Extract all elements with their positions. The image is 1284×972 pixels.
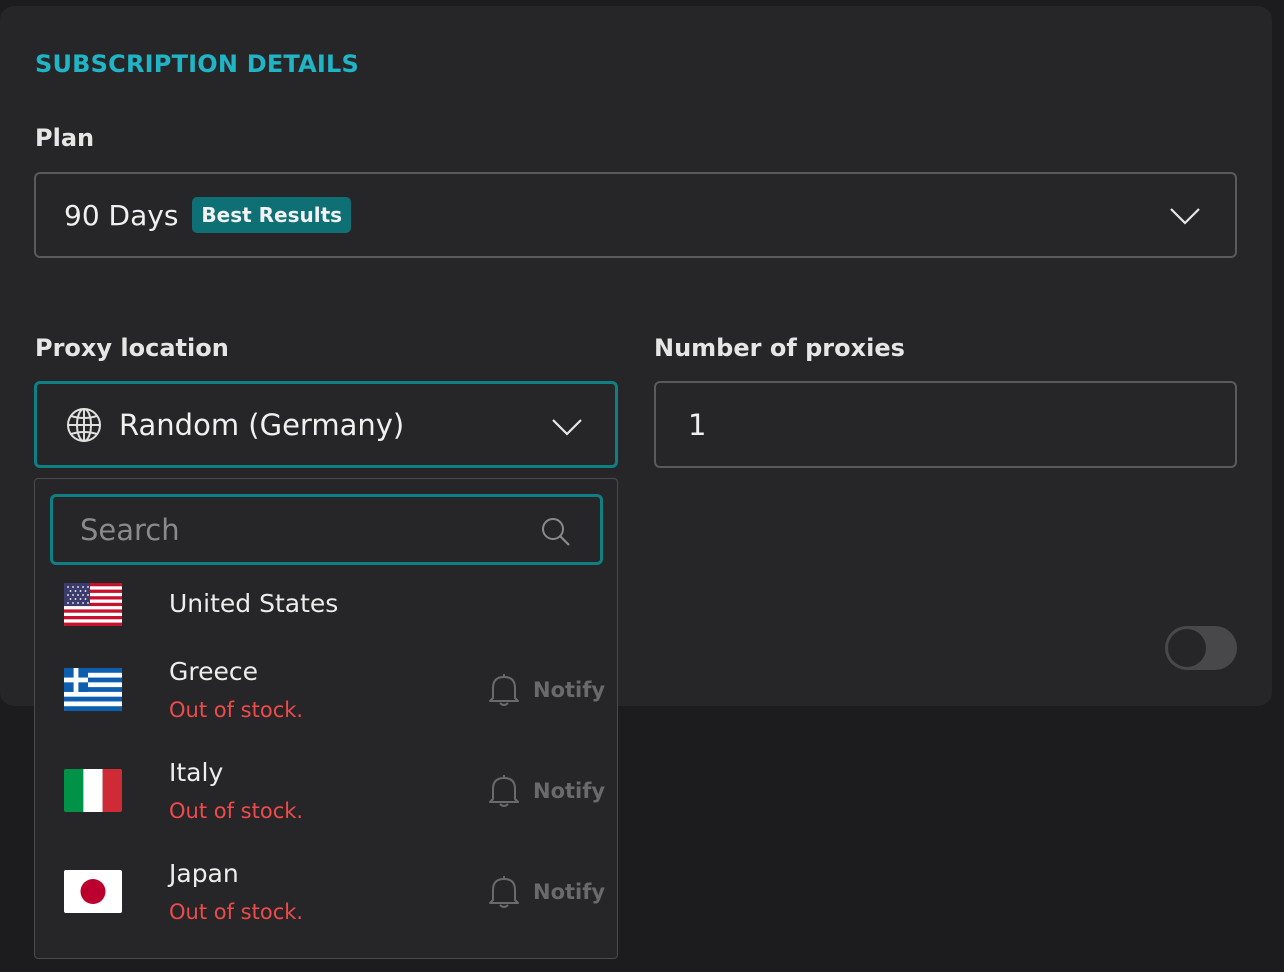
globe-icon: [67, 407, 101, 442]
notify-button[interactable]: Notify: [487, 874, 605, 910]
plan-value: 90 Days: [64, 198, 179, 232]
country-option-italy[interactable]: Italy Out of stock. Notify: [64, 756, 605, 828]
notify-button[interactable]: Notify: [487, 773, 605, 809]
toggle-switch[interactable]: [1165, 626, 1237, 670]
italy-flag-icon: [64, 769, 122, 812]
location-dropdown: Search United States Greece Out of stock…: [34, 478, 618, 959]
plan-select[interactable]: 90 Days Best Results: [34, 172, 1237, 258]
notify-button[interactable]: Notify: [487, 672, 605, 708]
country-name: Japan: [169, 859, 239, 888]
plan-label: Plan: [35, 124, 95, 152]
search-placeholder: Search: [80, 512, 180, 547]
number-of-proxies-label: Number of proxies: [654, 334, 905, 362]
best-results-badge: Best Results: [192, 197, 352, 233]
bell-icon: [489, 775, 519, 807]
proxy-location-select[interactable]: Random (Germany): [34, 381, 618, 468]
greece-flag-icon: [64, 668, 122, 711]
number-of-proxies-input[interactable]: 1: [654, 381, 1237, 468]
out-of-stock-text: Out of stock.: [169, 799, 304, 823]
chevron-down-icon: [552, 419, 582, 436]
notify-label: Notify: [533, 779, 606, 803]
country-option-japan[interactable]: Japan Out of stock. Notify: [64, 857, 605, 929]
search-icon: [542, 518, 570, 546]
japan-flag-icon: [64, 870, 122, 913]
out-of-stock-text: Out of stock.: [169, 698, 304, 722]
section-title: SUBSCRIPTION DETAILS: [35, 50, 360, 78]
bell-icon: [489, 876, 519, 908]
search-input[interactable]: Search: [50, 494, 603, 565]
chevron-down-icon: [1170, 208, 1200, 225]
bell-icon: [489, 674, 519, 706]
country-name: United States: [169, 589, 339, 618]
toggle-knob: [1168, 629, 1206, 667]
out-of-stock-text: Out of stock.: [169, 900, 304, 924]
notify-label: Notify: [533, 678, 606, 702]
country-name: Italy: [169, 758, 224, 787]
country-option-united-states[interactable]: United States: [64, 583, 604, 633]
proxy-location-label: Proxy location: [35, 334, 229, 362]
country-name: Greece: [169, 657, 258, 686]
country-option-greece[interactable]: Greece Out of stock. Notify: [64, 655, 605, 727]
proxy-location-value: Random (Germany): [119, 407, 405, 442]
notify-label: Notify: [533, 880, 606, 904]
us-flag-icon: [64, 583, 122, 626]
